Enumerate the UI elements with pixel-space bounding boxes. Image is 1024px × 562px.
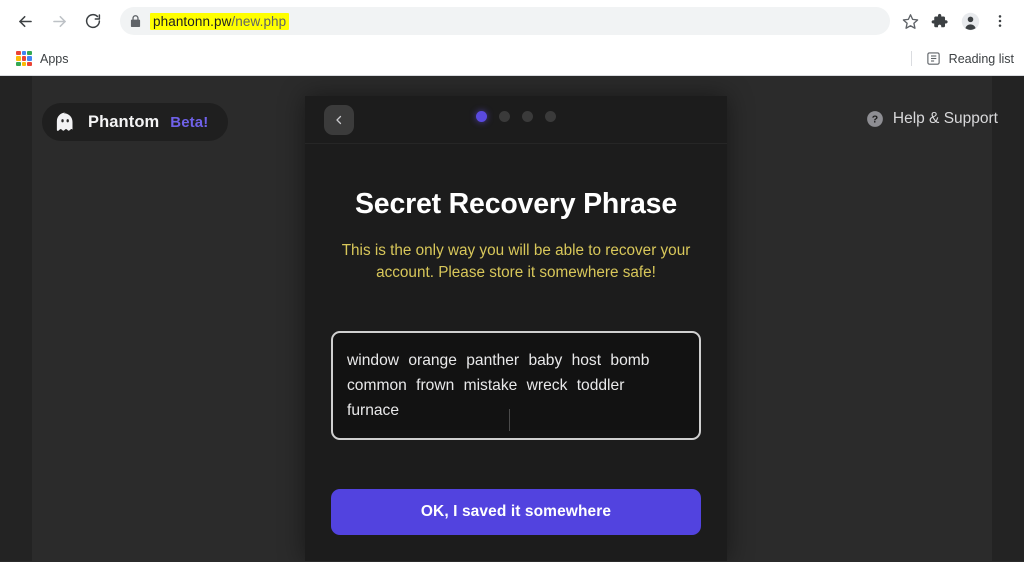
help-label: Help & Support	[892, 110, 998, 127]
bookmark-apps[interactable]: Apps	[10, 48, 75, 70]
arrow-right-icon	[52, 15, 66, 27]
reading-list-icon	[926, 52, 940, 65]
question-mark-circle-icon: ?	[867, 111, 883, 127]
svg-text:?: ?	[872, 113, 878, 125]
profile-button[interactable]	[956, 7, 984, 35]
arrow-left-icon	[18, 15, 32, 27]
lock-icon	[130, 14, 141, 28]
confirm-saved-button[interactable]: OK, I saved it somewhere	[331, 489, 701, 536]
reading-list-button[interactable]: Reading list	[910, 51, 1014, 66]
star-icon	[902, 13, 918, 29]
reload-button[interactable]	[78, 6, 108, 36]
address-bar[interactable]: phantonn.pw/new.php	[120, 7, 890, 35]
step-indicator	[305, 111, 727, 122]
toolbar-actions	[896, 7, 1014, 35]
forward-button[interactable]	[44, 6, 74, 36]
card-header	[305, 96, 727, 144]
step-dot-2[interactable]	[499, 111, 510, 122]
seed-phrase-box[interactable]: window orange panther baby host bomb com…	[331, 331, 701, 441]
phantom-onboarding-page: Phantom Beta! ? Help & Support Secret Re…	[0, 76, 1024, 561]
extensions-button[interactable]	[926, 7, 954, 35]
phantom-ghost-icon	[54, 111, 77, 134]
browser-menu-button[interactable]	[986, 7, 1014, 35]
browser-toolbar: phantonn.pw/new.php	[0, 0, 1024, 42]
url-host: phantonn.pw	[153, 13, 232, 29]
help-and-support-link[interactable]: ? Help & Support	[866, 110, 998, 128]
bookmark-apps-label: Apps	[40, 51, 69, 66]
page-title: Secret Recovery Phrase	[355, 188, 677, 220]
back-button[interactable]	[10, 6, 40, 36]
onboarding-card: Secret Recovery Phrase This is the only …	[305, 96, 727, 561]
text-cursor	[509, 409, 510, 432]
step-dot-3[interactable]	[522, 111, 533, 122]
reload-icon	[85, 13, 101, 29]
brand-name: Phantom	[88, 112, 160, 131]
bookmark-star-button[interactable]	[896, 7, 924, 35]
url-path: /new.php	[231, 13, 287, 29]
bookmarks-bar: Apps Reading list	[0, 42, 1024, 76]
phantom-brand[interactable]: Phantom Beta!	[42, 103, 229, 141]
seed-phrase-words: window orange panther baby host bomb com…	[347, 352, 650, 419]
three-dot-menu-icon	[998, 15, 1002, 27]
profile-avatar-icon	[961, 12, 979, 30]
step-dot-1[interactable]	[476, 111, 487, 122]
card-body: Secret Recovery Phrase This is the only …	[305, 188, 727, 536]
puzzle-piece-icon	[931, 13, 948, 28]
brand-beta-badge: Beta!	[170, 113, 209, 131]
browser-chrome: phantonn.pw/new.php Apps Reading list	[0, 0, 1024, 76]
url-text: phantonn.pw/new.php	[150, 12, 290, 30]
warning-text: This is the only way you will be able to…	[341, 242, 691, 281]
step-dot-4[interactable]	[545, 111, 556, 122]
apps-grid-icon	[16, 50, 32, 67]
reading-list-label: Reading list	[948, 51, 1014, 66]
